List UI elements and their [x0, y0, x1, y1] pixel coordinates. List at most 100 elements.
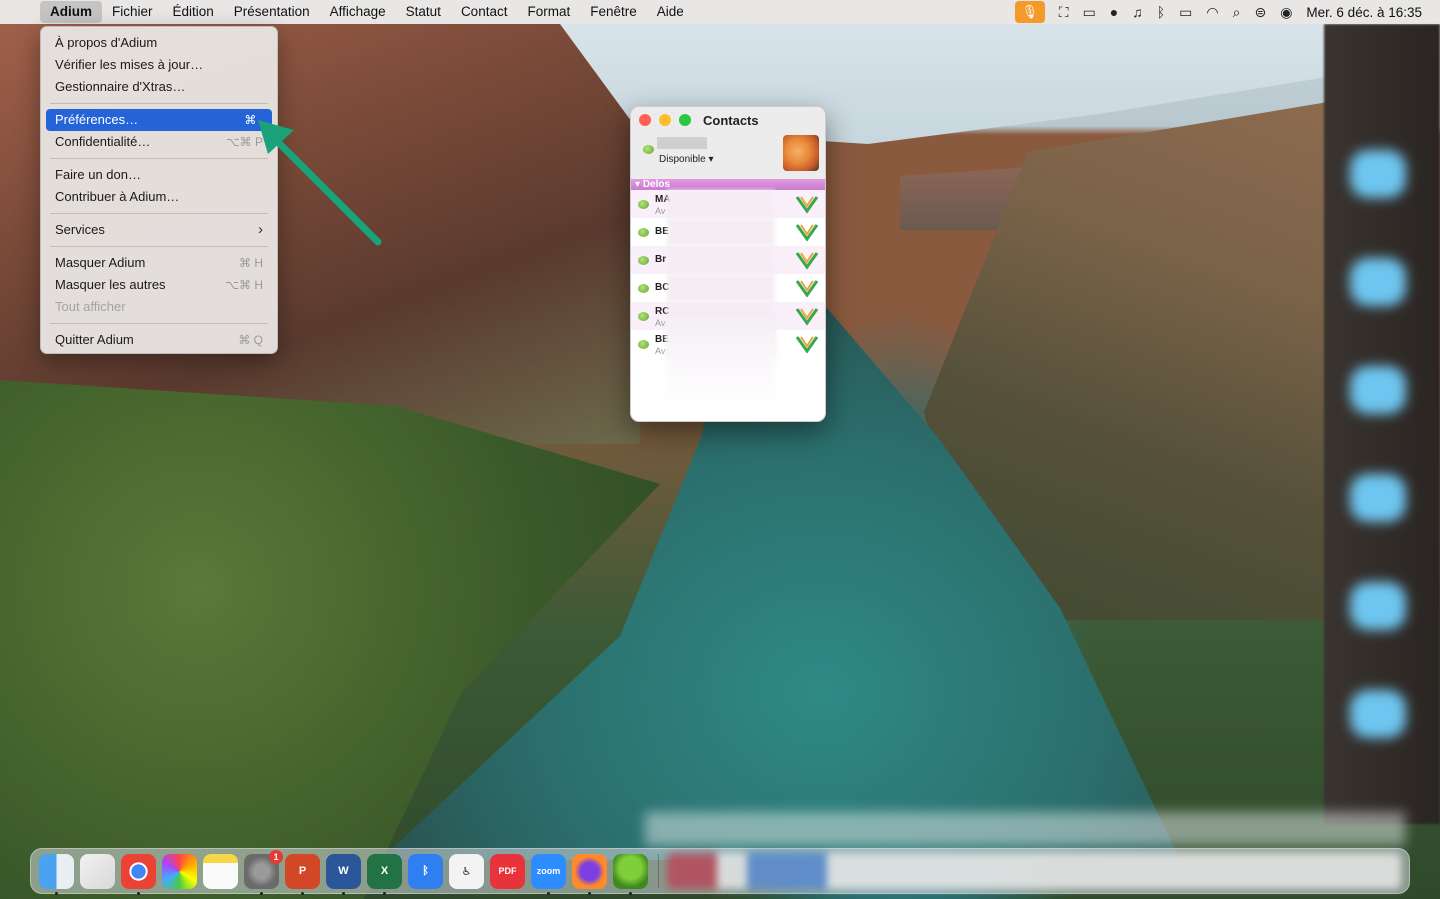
service-icon — [795, 196, 819, 214]
control-center-icon[interactable]: ⊜ — [1254, 4, 1266, 21]
excel-icon[interactable]: X — [367, 853, 402, 895]
photos-icon[interactable] — [162, 853, 197, 889]
zoom-button[interactable] — [679, 114, 691, 126]
list-item[interactable]: BE — [631, 218, 825, 246]
service-icon — [795, 224, 819, 242]
menu-item-hide-adium[interactable]: Masquer Adium ⌘ H — [46, 252, 272, 274]
contact-name: Br — [655, 254, 667, 265]
redacted-area — [667, 274, 775, 302]
contact-status: Av — [655, 206, 666, 216]
menu-aide[interactable]: Aide — [647, 1, 694, 23]
menu-item-preferences[interactable]: Préférences… ⌘ , — [46, 109, 272, 131]
menu-item-donate[interactable]: Faire un don… — [46, 164, 272, 186]
account-name-redacted — [657, 137, 707, 149]
powerpoint-icon[interactable]: P — [285, 853, 320, 895]
menu-item-check-updates[interactable]: Vérifier les mises à jour… — [46, 54, 272, 76]
redacted-area — [667, 190, 775, 218]
redacted-area — [667, 246, 775, 274]
word-icon[interactable]: W — [326, 853, 361, 895]
menu-item-about[interactable]: À propos d'Adium — [46, 32, 272, 54]
blurred-dock-region — [667, 853, 1401, 889]
status-dot-icon — [638, 256, 649, 265]
service-icon — [795, 336, 819, 354]
battery-icon[interactable]: ▭ — [1179, 4, 1192, 21]
adium-icon[interactable] — [613, 853, 648, 895]
bluetooth-icon[interactable]: ᛒ — [1157, 4, 1165, 20]
blurred-icon — [1350, 366, 1406, 414]
blurred-icon — [1350, 258, 1406, 306]
menu-adium[interactable]: Adium — [40, 1, 102, 23]
blurred-region — [645, 812, 1405, 846]
redacted-area — [667, 218, 775, 246]
blurred-icon — [1350, 690, 1406, 738]
menu-separator — [50, 246, 268, 247]
menu-separator — [50, 103, 268, 104]
display-icon[interactable]: ▭ — [1083, 4, 1096, 21]
menu-item-privacy[interactable]: Confidentialité… ⌥⌘ P — [46, 131, 272, 153]
redacted-area — [667, 315, 775, 405]
menu-format[interactable]: Format — [517, 1, 580, 23]
menu-item-hide-others[interactable]: Masquer les autres ⌥⌘ H — [46, 274, 272, 296]
status-dot-icon — [638, 312, 649, 321]
menu-separator — [50, 323, 268, 324]
menu-affichage[interactable]: Affichage — [320, 1, 396, 23]
dock-separator — [658, 854, 659, 888]
bluetooth-app-icon[interactable]: ᛒ — [408, 853, 443, 889]
wifi-icon[interactable]: ◠ — [1206, 4, 1218, 21]
menu-item-xtras-manager[interactable]: Gestionnaire d'Xtras… — [46, 76, 272, 98]
window-title: Contacts — [703, 112, 759, 128]
microphone-icon[interactable]: 🎙 — [1014, 1, 1045, 23]
menu-clock[interactable]: Mer. 6 déc. à 16:35 — [1306, 5, 1422, 20]
status-dot-icon — [643, 145, 654, 154]
shortcut-label: ⌘ Q — [238, 333, 263, 347]
list-item[interactable]: BC — [631, 274, 825, 302]
firefox-icon[interactable] — [572, 853, 607, 895]
minimize-button[interactable] — [659, 114, 671, 126]
status-selector[interactable]: Disponible ▾ — [659, 154, 714, 165]
blurred-icon — [1350, 150, 1406, 198]
menu-item-quit[interactable]: Quitter Adium ⌘ Q — [46, 329, 272, 351]
contact-status: Av — [655, 346, 666, 356]
list-item[interactable]: Br — [631, 246, 825, 274]
accessibility-icon[interactable]: ♿ — [449, 853, 484, 889]
status-dot-icon — [638, 340, 649, 349]
service-icon — [795, 252, 819, 270]
group-header[interactable]: ▾ Delos — [631, 179, 825, 190]
avatar[interactable] — [783, 135, 819, 171]
menu-bar: Adium Fichier Édition Présentation Affic… — [0, 0, 1440, 24]
chrome-icon[interactable] — [121, 853, 156, 895]
list-item[interactable]: MA Av — [631, 190, 825, 218]
status-dot-icon — [638, 228, 649, 237]
contact-status: Av — [655, 318, 666, 328]
search-icon[interactable]: ⌕ — [1233, 4, 1241, 21]
adium-duck-icon[interactable]: ● — [1110, 4, 1118, 20]
finder-icon[interactable] — [39, 853, 74, 895]
zoom-icon[interactable]: zoom — [531, 853, 566, 895]
menu-fenetre[interactable]: Fenêtre — [580, 1, 647, 23]
notes-icon[interactable] — [203, 853, 238, 889]
close-button[interactable] — [639, 114, 651, 126]
service-icon — [795, 280, 819, 298]
account-header: Disponible ▾ — [631, 133, 825, 179]
notification-badge: 1 — [269, 849, 283, 864]
shortcut-label: ⌘ H — [239, 256, 263, 270]
screen-tools-icon[interactable]: ⛶ — [1059, 4, 1069, 21]
adium-menu-dropdown: À propos d'Adium Vérifier les mises à jo… — [40, 26, 278, 354]
launchpad-icon[interactable] — [80, 853, 115, 889]
siri-icon[interactable]: ◉ — [1280, 4, 1292, 21]
status-dot-icon — [638, 284, 649, 293]
blurred-icon — [1350, 474, 1406, 522]
menu-presentation[interactable]: Présentation — [224, 1, 320, 23]
menu-statut[interactable]: Statut — [396, 1, 451, 23]
system-settings-icon[interactable]: 1 — [244, 849, 283, 895]
menu-fichier[interactable]: Fichier — [102, 1, 163, 23]
menu-contact[interactable]: Contact — [451, 1, 518, 23]
menu-edition[interactable]: Édition — [163, 1, 224, 23]
blurred-icon — [1350, 582, 1406, 630]
airpods-icon[interactable]: ♫ — [1132, 4, 1143, 20]
menu-item-contribute[interactable]: Contribuer à Adium… — [46, 186, 272, 208]
shortcut-label: ⌥⌘ H — [225, 278, 263, 292]
menu-item-services[interactable]: Services › — [46, 219, 272, 241]
pdf-app-icon[interactable]: PDF — [490, 853, 525, 889]
dock: 1 P W X ᛒ ♿ PDF zoom — [30, 848, 1410, 895]
